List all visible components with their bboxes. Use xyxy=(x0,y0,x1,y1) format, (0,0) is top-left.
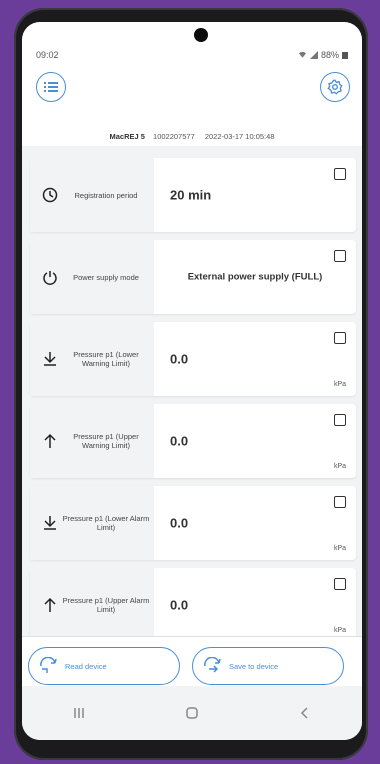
device-name: MacREJ 5 xyxy=(109,132,145,141)
battery-level: 88% xyxy=(320,50,339,60)
read-device-label: Read device xyxy=(65,661,107,671)
recent-apps-icon[interactable] xyxy=(72,706,86,720)
arrow-down-limit-icon xyxy=(44,352,56,366)
setting-value-cell[interactable]: 20 min xyxy=(154,158,356,232)
setting-checkbox[interactable] xyxy=(334,332,346,344)
device-serial: 1002207577 xyxy=(153,132,195,141)
system-nav-bar xyxy=(22,686,362,740)
setting-label-cell: Power supply mode xyxy=(30,240,154,314)
arrow-up-icon xyxy=(44,597,56,612)
back-icon[interactable] xyxy=(298,706,312,720)
setting-unit: kPa xyxy=(333,463,346,470)
setting-value-cell[interactable]: 0.0 kPa xyxy=(154,486,356,560)
save-to-device-icon xyxy=(204,657,221,673)
setting-label: Pressure p1 (Upper Warning Limit) xyxy=(73,432,139,450)
setting-value-cell[interactable]: 0.0 kPa xyxy=(154,568,356,642)
setting-value-cell[interactable]: 0.0 kPa xyxy=(154,322,356,396)
menu-button[interactable] xyxy=(36,72,66,102)
status-indicators: 88% xyxy=(298,50,348,60)
setting-row-pressure-lower-alarm[interactable]: Pressure p1 (Lower Alarm Limit) 0.0 kPa xyxy=(30,486,356,560)
save-to-device-label: Save to device xyxy=(229,661,279,671)
setting-label: Pressure p1 (Upper Alarm Limit) xyxy=(62,596,150,614)
battery-icon xyxy=(342,52,348,59)
arrow-down-limit-icon xyxy=(44,516,56,530)
setting-value-cell[interactable]: 0.0 kPa xyxy=(154,404,356,478)
setting-row-power-supply-mode[interactable]: Power supply mode External power supply … xyxy=(30,240,356,314)
setting-label: Pressure p1 (Lower Warning Limit) xyxy=(73,350,139,368)
setting-row-pressure-upper-alarm[interactable]: Pressure p1 (Upper Alarm Limit) 0.0 kPa xyxy=(30,568,356,642)
setting-unit: kPa xyxy=(333,381,346,388)
setting-value[interactable]: 0.0 xyxy=(170,434,188,449)
setting-checkbox[interactable] xyxy=(334,168,346,180)
setting-label: Power supply mode xyxy=(73,272,139,282)
settings-button[interactable] xyxy=(320,72,350,102)
app-header: MacREJ 5 1002207577 2022-03-17 10:05:48 xyxy=(22,66,362,146)
setting-value[interactable]: 0.0 xyxy=(170,352,188,367)
setting-label: Registration period xyxy=(74,190,138,200)
setting-row-pressure-upper-warning[interactable]: Pressure p1 (Upper Warning Limit) 0.0 kP… xyxy=(30,404,356,478)
clock-icon xyxy=(42,187,58,203)
setting-label-cell: Pressure p1 (Upper Warning Limit) xyxy=(30,404,154,478)
setting-value[interactable]: 0.0 xyxy=(170,516,188,531)
read-device-button[interactable]: Read device xyxy=(28,647,180,685)
setting-checkbox[interactable] xyxy=(334,496,346,508)
setting-label-cell: Registration period xyxy=(30,158,154,232)
setting-checkbox[interactable] xyxy=(334,250,346,262)
setting-label: Pressure p1 (Lower Alarm Limit) xyxy=(62,514,150,532)
wifi-icon xyxy=(298,51,307,58)
arrow-up-icon xyxy=(44,433,56,448)
setting-unit: kPa xyxy=(333,627,346,634)
front-camera xyxy=(194,28,208,42)
setting-row-registration-period[interactable]: Registration period 20 min xyxy=(30,158,356,232)
setting-label-cell: Pressure p1 (Upper Alarm Limit) xyxy=(30,568,154,642)
app-screen: 09:02 88% MacREJ 5 1002207577 2022-03-17… xyxy=(22,22,362,740)
status-bar: 09:02 88% xyxy=(22,22,362,66)
read-device-icon xyxy=(40,657,57,673)
signal-icon xyxy=(309,51,318,59)
action-bar: Read device Save to device xyxy=(22,636,362,686)
device-timestamp: 2022-03-17 10:05:48 xyxy=(204,132,275,141)
setting-row-pressure-lower-warning[interactable]: Pressure p1 (Lower Warning Limit) 0.0 kP… xyxy=(30,322,356,396)
setting-label-cell: Pressure p1 (Lower Warning Limit) xyxy=(30,322,154,396)
setting-unit: kPa xyxy=(333,545,346,552)
device-info: MacREJ 5 1002207577 2022-03-17 10:05:48 xyxy=(22,132,362,141)
setting-value[interactable]: External power supply (FULL) xyxy=(154,272,356,283)
power-icon xyxy=(43,271,57,285)
setting-label-cell: Pressure p1 (Lower Alarm Limit) xyxy=(30,486,154,560)
setting-value-cell[interactable]: External power supply (FULL) xyxy=(154,240,356,314)
setting-checkbox[interactable] xyxy=(334,578,346,590)
setting-checkbox[interactable] xyxy=(334,414,346,426)
gear-icon xyxy=(327,79,343,95)
save-to-device-button[interactable]: Save to device xyxy=(192,647,344,685)
setting-value[interactable]: 20 min xyxy=(170,188,211,203)
home-icon[interactable] xyxy=(185,706,199,720)
status-time: 09:02 xyxy=(36,50,59,60)
list-icon xyxy=(44,82,58,92)
setting-value[interactable]: 0.0 xyxy=(170,598,188,613)
